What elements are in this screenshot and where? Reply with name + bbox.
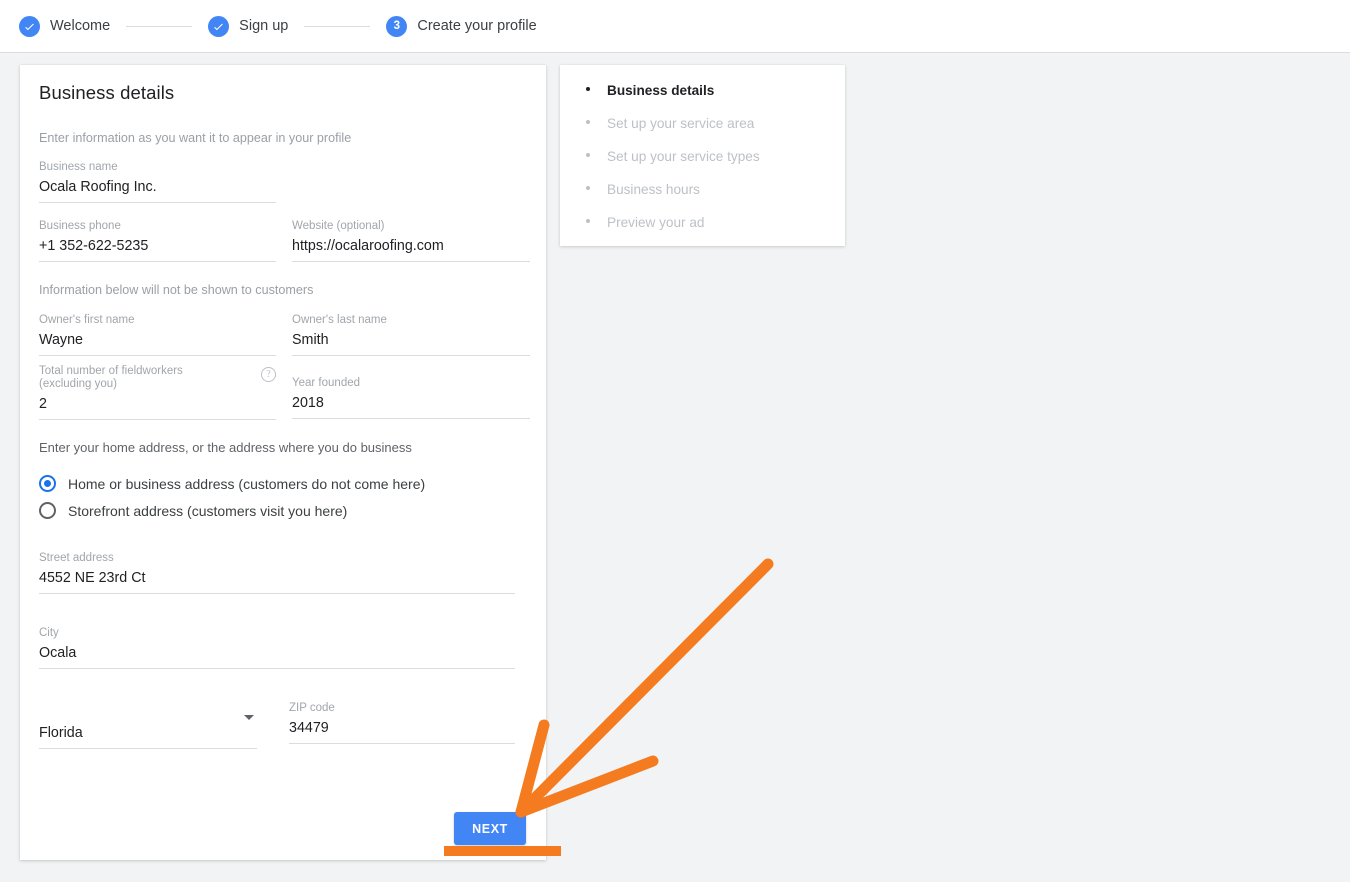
zip-code-label: ZIP code — [289, 702, 335, 714]
chevron-down-icon[interactable] — [244, 715, 254, 720]
city-value: Ocala — [39, 645, 77, 661]
zip-code-field[interactable]: ZIP code 34479 — [289, 702, 515, 744]
field-underline — [39, 748, 257, 749]
stepper-header: Welcome Sign up 3 Create your profile — [0, 0, 1350, 53]
year-founded-label: Year founded — [292, 377, 361, 389]
street-address-value: 4552 NE 23rd Ct — [39, 570, 146, 586]
stepper-step-welcome[interactable]: Welcome — [19, 15, 111, 37]
owner-first-name-value: Wayne — [39, 332, 83, 348]
field-underline — [289, 743, 515, 744]
fieldworkers-label-line2: (excluding you) — [39, 378, 117, 390]
profile-steps-card: Business details Set up your service are… — [560, 65, 845, 246]
radio-label: Home or business address (customers do n… — [68, 475, 426, 492]
field-underline — [39, 202, 276, 203]
steps-item-service-area[interactable]: Set up your service area — [560, 116, 845, 149]
radio-selected-icon — [39, 475, 56, 492]
business-phone-field[interactable]: Business phone +1 352-622-5235 — [39, 220, 276, 262]
business-name-field[interactable]: Business name Ocala Roofing Inc. — [39, 161, 276, 203]
check-icon — [19, 15, 40, 37]
street-address-field[interactable]: Street address 4552 NE 23rd Ct — [39, 552, 515, 594]
radio-label: Storefront address (customers visit you … — [68, 502, 348, 519]
business-phone-value: +1 352-622-5235 — [39, 238, 149, 254]
check-icon — [208, 15, 230, 37]
steps-item-label: Business hours — [607, 182, 700, 197]
radio-storefront-address[interactable]: Storefront address (customers visit you … — [39, 502, 347, 519]
steps-item-label: Business details — [607, 83, 715, 98]
field-underline — [292, 261, 530, 262]
helper-text-address: Enter your home address, or the address … — [39, 440, 412, 455]
radio-unselected-icon — [39, 502, 56, 519]
field-underline — [39, 355, 276, 356]
next-button[interactable]: NEXT — [454, 812, 526, 845]
bullet-icon — [586, 153, 590, 157]
website-label: Website (optional) — [292, 220, 385, 232]
page-title: Business details — [39, 82, 175, 103]
state-label — [39, 707, 257, 720]
stepper-step-signup[interactable]: Sign up — [208, 15, 289, 37]
steps-item-service-types[interactable]: Set up your service types — [560, 149, 845, 182]
business-details-card: Business details Enter information as yo… — [20, 65, 546, 860]
field-underline — [292, 418, 530, 419]
field-underline — [39, 668, 515, 669]
steps-item-business-hours[interactable]: Business hours — [560, 182, 845, 215]
street-address-label: Street address — [39, 552, 114, 564]
owner-first-name-field[interactable]: Owner's first name Wayne — [39, 314, 276, 356]
website-value: https://ocalaroofing.com — [292, 238, 444, 254]
stepper-step-label: Welcome — [50, 18, 111, 34]
steps-item-label: Preview your ad — [607, 215, 705, 230]
business-phone-label: Business phone — [39, 220, 121, 232]
bullet-icon — [586, 186, 590, 190]
zip-code-value: 34479 — [289, 720, 329, 736]
owner-last-name-value: Smith — [292, 332, 329, 348]
helper-text-hidden: Information below will not be shown to c… — [39, 283, 314, 297]
steps-item-preview-ad[interactable]: Preview your ad — [560, 215, 845, 248]
steps-item-label: Set up your service area — [607, 116, 755, 131]
owner-last-name-label: Owner's last name — [292, 314, 387, 326]
field-underline — [39, 261, 276, 262]
bullet-icon — [586, 87, 590, 91]
business-name-label: Business name — [39, 161, 118, 173]
year-founded-field[interactable]: Year founded 2018 — [292, 377, 530, 419]
help-icon[interactable]: ? — [261, 367, 276, 382]
stepper-connector — [304, 25, 371, 27]
stepper-step-label: Create your profile — [417, 18, 537, 34]
state-value: Florida — [39, 725, 83, 741]
helper-text-profile: Enter information as you want it to appe… — [39, 131, 352, 145]
city-field[interactable]: City Ocala — [39, 627, 515, 669]
step-number-badge: 3 — [386, 15, 408, 37]
owner-last-name-field[interactable]: Owner's last name Smith — [292, 314, 530, 356]
stepper-step-create-profile[interactable]: 3 Create your profile — [386, 15, 537, 37]
business-name-value: Ocala Roofing Inc. — [39, 179, 157, 195]
fieldworkers-value: 2 — [39, 396, 47, 412]
owner-first-name-label: Owner's first name — [39, 314, 135, 326]
fieldworkers-field[interactable]: Total number of fieldworkers (excluding … — [39, 365, 276, 420]
state-select[interactable]: Florida — [39, 707, 257, 749]
field-underline — [39, 419, 276, 420]
field-underline — [292, 355, 530, 356]
stepper-step-label: Sign up — [239, 18, 289, 34]
fieldworkers-label-line1: Total number of fieldworkers — [39, 365, 183, 377]
stepper-connector — [126, 25, 193, 27]
steps-item-business-details[interactable]: Business details — [560, 83, 845, 116]
website-field[interactable]: Website (optional) https://ocalaroofing.… — [292, 220, 530, 262]
year-founded-value: 2018 — [292, 395, 324, 411]
bullet-icon — [586, 219, 590, 223]
city-label: City — [39, 627, 59, 639]
radio-home-or-business-address[interactable]: Home or business address (customers do n… — [39, 475, 425, 492]
field-underline — [39, 593, 515, 594]
steps-item-label: Set up your service types — [607, 149, 760, 164]
bullet-icon — [586, 120, 590, 124]
